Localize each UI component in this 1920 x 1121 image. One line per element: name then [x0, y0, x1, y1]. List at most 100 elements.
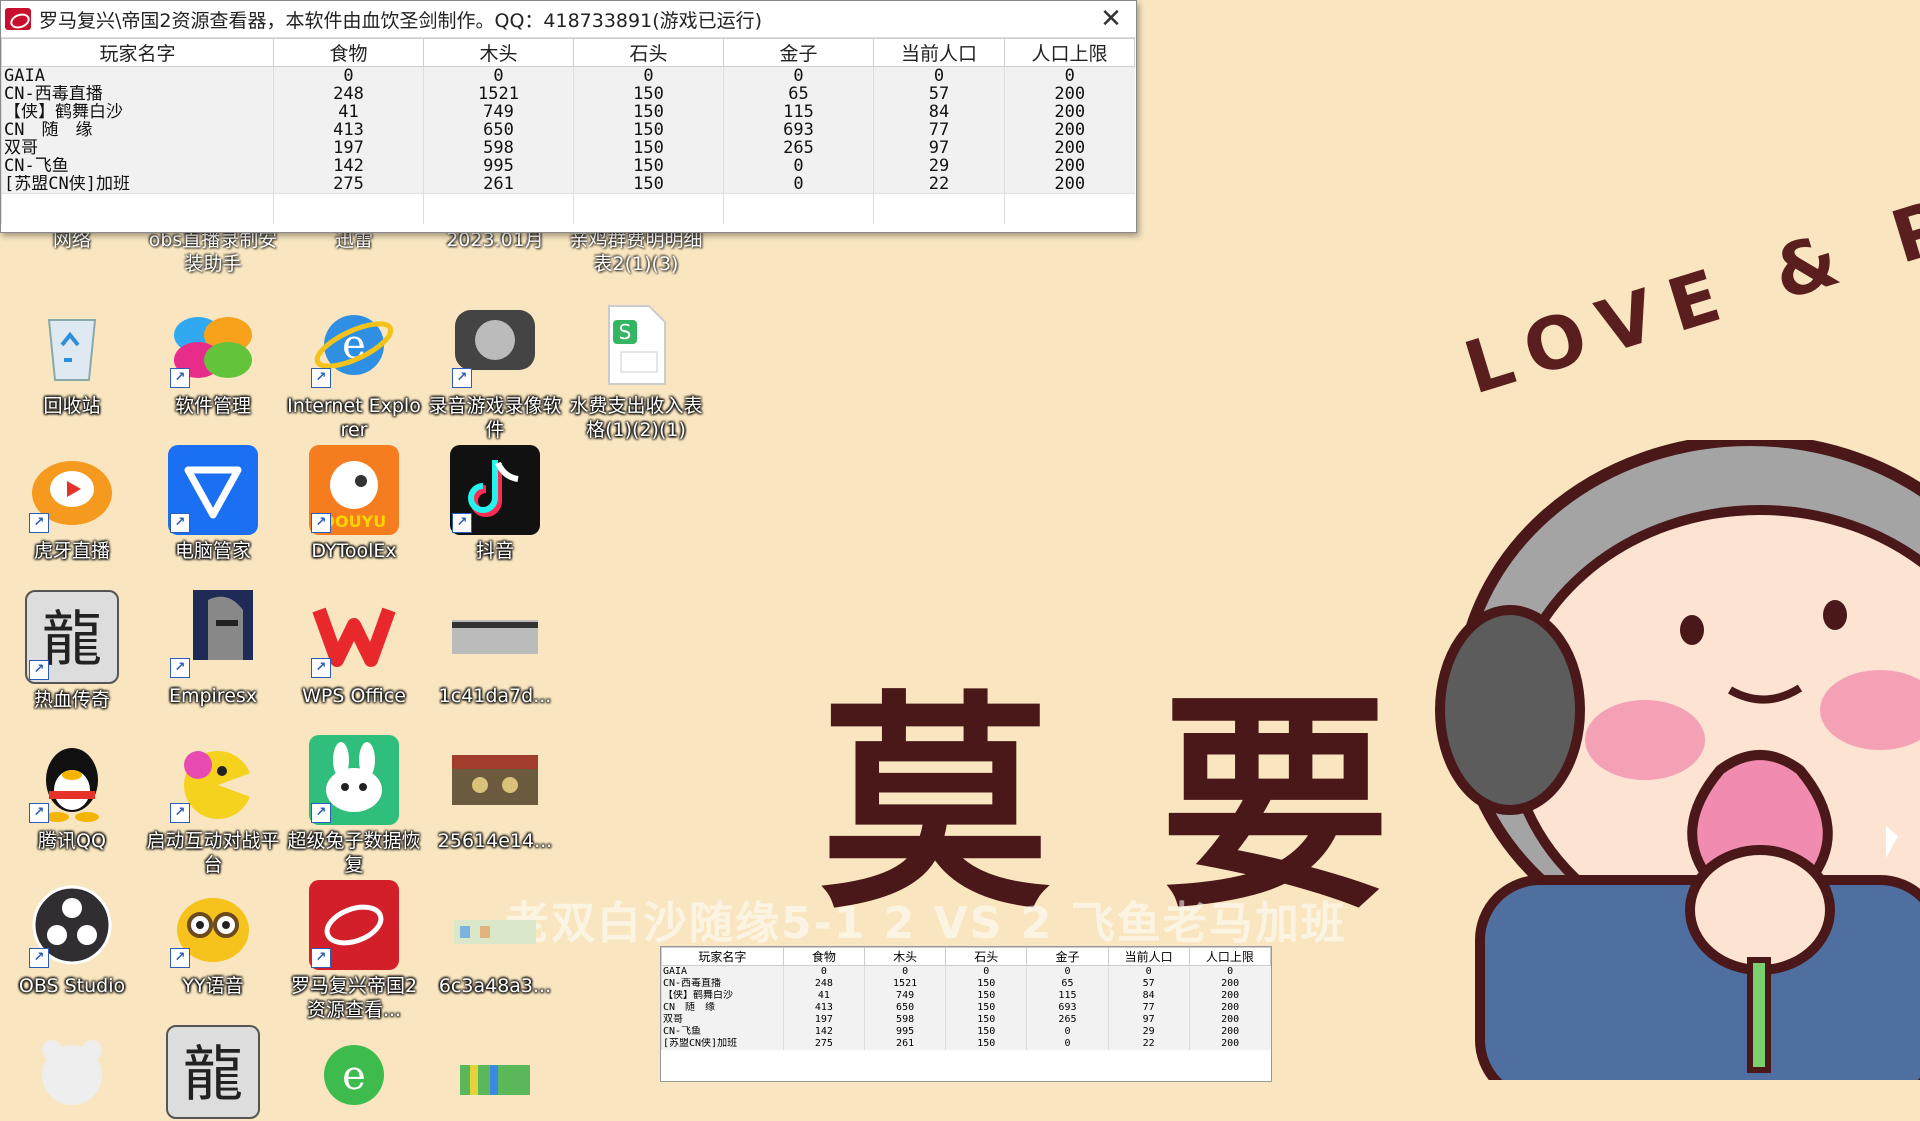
resource-cell: 65 [1026, 978, 1109, 990]
resource-cell: 200 [1188, 990, 1271, 1002]
resource-cell: 115 [723, 103, 874, 121]
desktop-icon-dytoolex[interactable]: DOUYU ↗ DYToolEx [284, 445, 424, 563]
desktop-icon-legend-game-2[interactable]: 龍 [143, 1025, 283, 1119]
desktop-icon-label: WPS Office [302, 685, 406, 707]
resource-cell: 261 [423, 175, 574, 194]
player-name-cell: CN-西毒直播 [661, 978, 784, 990]
desktop-icon-douyin[interactable]: ↗ 抖音 [425, 445, 565, 563]
desktop-icon-label: 腾讯QQ [38, 830, 106, 852]
rome-viewer-icon: ↗ [309, 880, 399, 970]
desktop-icon-image-bottom[interactable] [425, 1025, 565, 1115]
desktop-icon-empiresx[interactable]: ↗ Empiresx [143, 590, 283, 708]
desktop-icon-legend-game[interactable]: 龍 ↗ 热血传奇 [2, 590, 142, 712]
mouse-cursor [1886, 826, 1898, 858]
desktop-icon-bear[interactable] [2, 1025, 142, 1115]
resource-cell: 29 [873, 157, 1005, 175]
close-button[interactable]: ✕ [1086, 1, 1136, 37]
resource-cell: 0 [782, 965, 865, 978]
mini-table-row[interactable]: 【侠】鹤舞白沙 41 749 150 115 84 200 [661, 990, 1271, 1002]
desktop-label-obs-helper[interactable]: obs直播录制安装助手 [143, 228, 283, 276]
image-file-icon [450, 880, 540, 970]
resource-cell: 150 [945, 1014, 1027, 1026]
desktop-icon-label: Empiresx [168, 685, 258, 707]
resource-cell: 84 [873, 103, 1005, 121]
table-row[interactable]: CN-飞鱼 142 995 150 0 29 200 [1, 157, 1135, 175]
table-row[interactable]: [苏盟CN侠]加班 275 261 150 0 22 200 [1, 175, 1135, 194]
desktop-icon-pc-manager[interactable]: ↗ 电脑管家 [143, 445, 283, 563]
resource-cell: 995 [863, 1026, 946, 1038]
desktop-icon-battle-platform[interactable]: ↗ 启动互动对战平台 [143, 735, 283, 877]
svg-text:DOUYU: DOUYU [322, 512, 386, 531]
desktop-icon-rabbit-recovery[interactable]: ↗ 超级兔子数据恢复 [284, 735, 424, 877]
resource-cell: 693 [723, 121, 874, 139]
mini-col-header: 玩家名字 [661, 947, 784, 966]
mini-table-row[interactable]: CN-西毒直播 248 1521 150 65 57 200 [661, 978, 1271, 990]
desktop-label-expense-sheet[interactable]: 亲鸡群费明明细表2(1)(3) [566, 228, 706, 276]
mini-table-row[interactable]: CN 随 缘 413 650 150 693 77 200 [661, 1002, 1271, 1014]
mini-table-row[interactable]: GAIA 0 0 0 0 0 0 [661, 965, 1271, 978]
table-row[interactable]: CN-西毒直播 248 1521 150 65 57 200 [1, 85, 1135, 103]
col-header-wood[interactable]: 木头 [423, 38, 574, 67]
desktop-icon-label: 启动互动对战平台 [146, 830, 280, 876]
desktop-icon-huya[interactable]: ↗ 虎牙直播 [2, 445, 142, 563]
resource-cell: 41 [273, 103, 424, 121]
desktop-icon-browser[interactable]: e [284, 1025, 424, 1115]
desktop-icon-qq[interactable]: ↗ 腾讯QQ [2, 735, 142, 853]
desktop-icon-recorder[interactable]: ↗ 录音游戏录像软件 [425, 300, 565, 442]
mini-col-header: 金子 [1026, 947, 1109, 966]
wallpaper-char-2: 要 [1160, 670, 1391, 940]
douyin-icon: ↗ [450, 445, 540, 535]
resource-cell: 200 [1004, 85, 1135, 103]
mini-col-header: 石头 [945, 947, 1028, 966]
image-file-icon [450, 735, 540, 825]
player-name-cell: [苏盟CN侠]加班 [661, 1038, 784, 1050]
resource-cell: 29 [1107, 1026, 1190, 1038]
table-row[interactable]: GAIA 0 0 0 0 0 0 [1, 66, 1135, 85]
table-row[interactable]: CN 随 缘 413 650 150 693 77 200 [1, 121, 1135, 139]
desktop-icon-image-25614[interactable]: 25614e14... [425, 735, 565, 853]
desktop-icon-wps-office[interactable]: ↗ WPS Office [284, 590, 424, 708]
col-header-stone[interactable]: 石头 [573, 38, 724, 67]
ie-icon: e ↗ [309, 300, 399, 390]
resource-cell: 77 [873, 121, 1005, 139]
col-header-pop-cap[interactable]: 人口上限 [1004, 38, 1135, 67]
empty-cell [423, 193, 574, 224]
desktop-icon-image-1c41[interactable]: 1c41da7d... [425, 590, 565, 708]
desktop-icon-expense-spreadsheet[interactable]: S 水费支出收入表格(1)(2)(1) [566, 300, 706, 442]
resource-table: 玩家名字 食物 木头 石头 金子 当前人口 人口上限 GAIA 0 0 0 0 0 0 CN-… [1, 38, 1135, 224]
desktop-icon-yy[interactable]: ↗ YY语音 [143, 880, 283, 998]
col-header-current-pop[interactable]: 当前人口 [873, 38, 1005, 67]
desktop-icon-image-6c3a[interactable]: 6c3a48a3... [425, 880, 565, 998]
resource-cell: 693 [1026, 1002, 1109, 1014]
table-row[interactable]: 【侠】鹤舞白沙 41 749 150 115 84 200 [1, 103, 1135, 121]
resource-cell: 150 [573, 103, 724, 121]
window-title: 罗马复兴\帝国2资源查看器，本软件由血饮圣剑制作。QQ：418733891(游戏… [39, 9, 763, 32]
mini-resource-table: 玩家名字 食物 木头 石头 金子 当前人口 人口上限 GAIA 0 0 0 0 0 0 CN-… [661, 947, 1272, 1050]
resource-cell: 200 [1004, 103, 1135, 121]
mini-table-row[interactable]: [苏盟CN侠]加班 275 261 150 0 22 200 [661, 1038, 1271, 1050]
huya-icon: ↗ [27, 445, 117, 535]
empty-row [1, 193, 1135, 224]
empty-cell [573, 193, 724, 224]
qq-icon: ↗ [27, 735, 117, 825]
table-row[interactable]: 双哥 197 598 150 265 97 200 [1, 139, 1135, 157]
resource-cell: 0 [1107, 965, 1190, 978]
title-bar[interactable]: 罗马复兴\帝国2资源查看器，本软件由血饮圣剑制作。QQ：418733891(游戏… [1, 1, 1136, 38]
resource-cell: 598 [423, 139, 574, 157]
desktop-icon-rome-viewer[interactable]: ↗ 罗马复兴帝国2资源查看... [284, 880, 424, 1022]
mini-table-row[interactable]: CN-飞鱼 142 995 150 0 29 200 [661, 1026, 1271, 1038]
resource-cell: 65 [723, 85, 874, 103]
col-header-food[interactable]: 食物 [273, 38, 424, 67]
player-name-cell: 【侠】鹤舞白沙 [1, 103, 274, 121]
resource-cell: 200 [1004, 175, 1135, 194]
resource-cell: 84 [1107, 990, 1190, 1002]
mini-table-row[interactable]: 双哥 197 598 150 265 97 200 [661, 1014, 1271, 1026]
col-header-gold[interactable]: 金子 [723, 38, 874, 67]
resource-cell: 413 [273, 121, 424, 139]
desktop-icon-obs-studio[interactable]: ↗ OBS Studio [2, 880, 142, 998]
desktop-icon-recycle-bin[interactable]: 回收站 [2, 300, 142, 418]
svg-text:S: S [619, 320, 632, 344]
col-header-player-name[interactable]: 玩家名字 [1, 38, 274, 67]
desktop-icon-software-manager[interactable]: ↗ 软件管理 [143, 300, 283, 418]
desktop-icon-internet-explorer[interactable]: e ↗ Internet Explorer [284, 300, 424, 442]
